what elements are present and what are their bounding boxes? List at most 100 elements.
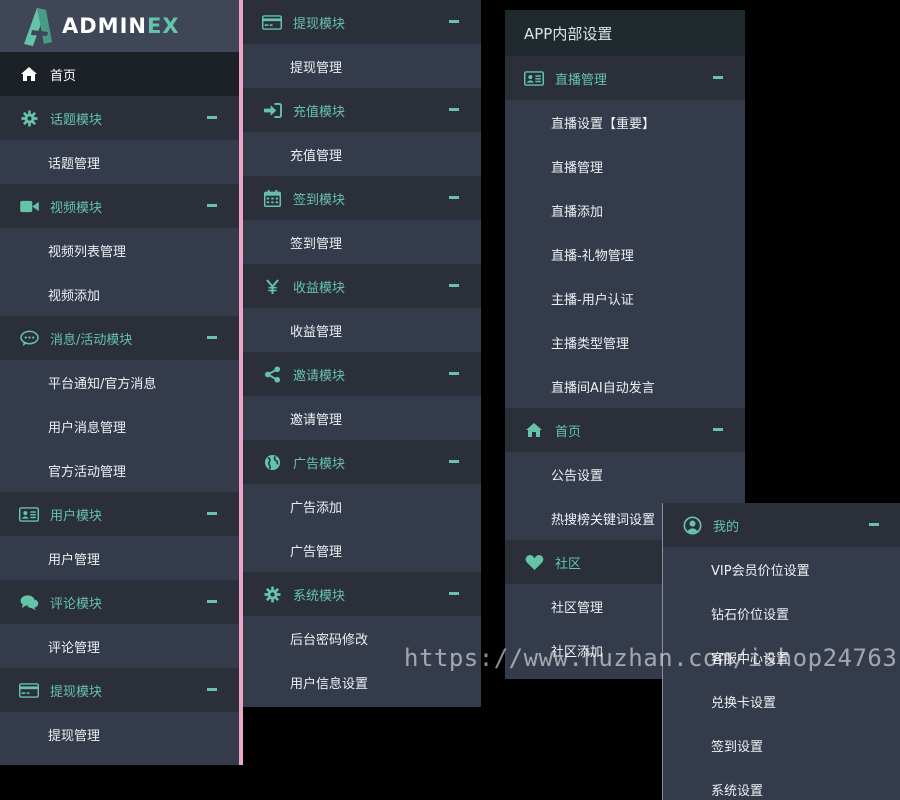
chat-bubble-icon <box>19 329 39 347</box>
sidebar-subitem-label: 邀请管理 <box>290 412 343 428</box>
globe-icon <box>262 453 282 471</box>
sidebar-subitem-label: 直播间AI自动发言 <box>551 380 655 396</box>
sidebar-group-label: 用户模块 <box>50 508 103 524</box>
collapse-minus-icon[interactable] <box>207 204 217 207</box>
sidebar-subitem-label: 直播添加 <box>551 204 604 220</box>
sidebar-group-header[interactable]: 直播管理 <box>505 56 745 100</box>
collapse-minus-icon[interactable] <box>449 20 459 23</box>
sidebar-group-header[interactable]: 广告模块 <box>243 440 481 484</box>
sidebar-subitem[interactable]: 直播管理 <box>505 144 745 188</box>
comments-icon <box>19 593 39 611</box>
sidebar-subitem[interactable]: 直播添加 <box>505 188 745 232</box>
sidebar-subitem[interactable]: 主播类型管理 <box>505 320 745 364</box>
sidebar-group-header[interactable]: 视频模块 <box>0 184 239 228</box>
sidebar-group-label: 提现模块 <box>50 684 103 700</box>
collapse-minus-icon[interactable] <box>449 284 459 287</box>
sidebar-subitem[interactable]: 签到管理 <box>243 220 481 264</box>
sidebar-subitem[interactable]: 话题管理 <box>0 140 239 184</box>
sidebar-subitem[interactable]: VIP会员价位设置 <box>663 547 900 591</box>
sidebar-group-label: 直播管理 <box>555 72 608 88</box>
sidebar-subitem[interactable]: 用户消息管理 <box>0 404 239 448</box>
sidebar-subitem[interactable]: 系统设置 <box>663 767 900 800</box>
sidebar-subitem[interactable]: 提现管理 <box>0 712 239 756</box>
sign-in-icon <box>262 101 282 119</box>
sidebar-group-header[interactable]: 评论模块 <box>0 580 239 624</box>
calendar-icon <box>262 189 282 207</box>
sidebar-group-label: 首页 <box>555 424 582 440</box>
sidebar-group-header[interactable]: 系统模块 <box>243 572 481 616</box>
sidebar-item-label: 首页 <box>50 68 77 84</box>
sidebar-group-header[interactable]: 签到模块 <box>243 176 481 220</box>
sidebar-subitem-label: 直播设置【重要】 <box>551 116 656 132</box>
sidebar-group-label: 社区 <box>555 556 582 572</box>
home-icon <box>21 67 37 81</box>
yen-icon <box>262 277 282 295</box>
sidebar-group-header[interactable]: 提现模块 <box>243 0 481 44</box>
collapse-minus-icon[interactable] <box>449 460 459 463</box>
collapse-minus-icon[interactable] <box>449 592 459 595</box>
sidebar-group-header[interactable]: 收益模块 <box>243 264 481 308</box>
sidebar-item-home[interactable]: 首页 <box>0 52 239 96</box>
sidebar-subitem[interactable]: 邀请管理 <box>243 396 481 440</box>
sidebar-subitem[interactable]: 评论管理 <box>0 624 239 668</box>
sidebar-subitem[interactable]: 钻石价位设置 <box>663 591 900 635</box>
sidebar-group-header[interactable]: 话题模块 <box>0 96 239 140</box>
sidebar-subitem[interactable]: 广告添加 <box>243 484 481 528</box>
sidebar-group-label: 系统模块 <box>293 588 346 604</box>
sidebar-subitem-label: 用户管理 <box>48 552 101 568</box>
credit-card-icon <box>19 681 39 699</box>
sidebar-subitem[interactable]: 收益管理 <box>243 308 481 352</box>
sidebar-subitem[interactable]: 直播设置【重要】 <box>505 100 745 144</box>
collapse-minus-icon[interactable] <box>713 428 723 431</box>
sidebar-subitem[interactable]: 提现管理 <box>243 44 481 88</box>
watermark-text: https://www.huzhan.com/ishop24763 <box>404 644 898 672</box>
sidebar-subitem-label: 广告管理 <box>290 544 343 560</box>
home-icon <box>524 421 544 439</box>
collapse-minus-icon[interactable] <box>713 76 723 79</box>
sidebar-group-header[interactable]: 我的 <box>663 503 900 547</box>
sidebar-group-label: 签到模块 <box>293 192 346 208</box>
collapse-minus-icon[interactable] <box>207 336 217 339</box>
collapse-minus-icon[interactable] <box>207 600 217 603</box>
sidebar-subitem[interactable]: 视频添加 <box>0 272 239 316</box>
sidebar-subitem-label: 提现管理 <box>290 60 343 76</box>
sidebar-subitem[interactable]: 用户管理 <box>0 536 239 580</box>
sidebar-group-label: 视频模块 <box>50 200 103 216</box>
sidebar-subitem[interactable]: 公告设置 <box>505 452 745 496</box>
sidebar-subitem[interactable]: 主播-用户认证 <box>505 276 745 320</box>
sidebar-panel-main: ADMINEX 首页 话题模块话题管理视频模块视频列表管理视频添加消息/活动模块… <box>0 0 243 765</box>
adminex-logo-icon <box>24 8 52 46</box>
user-circle-icon <box>682 515 702 535</box>
collapse-minus-icon[interactable] <box>449 196 459 199</box>
collapse-minus-icon[interactable] <box>449 372 459 375</box>
sidebar-subitem[interactable]: 兑换卡设置 <box>663 679 900 723</box>
gear-icon <box>262 585 282 603</box>
brand-logo[interactable]: ADMINEX <box>0 0 239 52</box>
sidebar-subitem[interactable]: 平台通知/官方消息 <box>0 360 239 404</box>
sidebar-group-header[interactable]: 用户模块 <box>0 492 239 536</box>
sidebar-subitem-label: 热搜榜关键词设置 <box>551 512 656 528</box>
sidebar-group-header[interactable]: 提现模块 <box>0 668 239 712</box>
sidebar-subitem[interactable]: 广告管理 <box>243 528 481 572</box>
sidebar-subitem-label: 收益管理 <box>290 324 343 340</box>
panel-title: APP内部设置 <box>505 10 745 56</box>
sidebar-subitem[interactable]: 充值管理 <box>243 132 481 176</box>
collapse-minus-icon[interactable] <box>449 108 459 111</box>
sidebar-group-header[interactable]: 消息/活动模块 <box>0 316 239 360</box>
sidebar-subitem[interactable]: 官方活动管理 <box>0 448 239 492</box>
collapse-minus-icon[interactable] <box>869 523 879 526</box>
sidebar-group-header[interactable]: 首页 <box>505 408 745 452</box>
heart-icon <box>524 553 544 571</box>
sidebar-group-header[interactable]: 充值模块 <box>243 88 481 132</box>
sidebar-subitem[interactable]: 直播间AI自动发言 <box>505 364 745 408</box>
sidebar-subitem[interactable]: 直播-礼物管理 <box>505 232 745 276</box>
sidebar-subitem-label: 兑换卡设置 <box>711 695 777 711</box>
collapse-minus-icon[interactable] <box>207 512 217 515</box>
sidebar-group-header[interactable]: 邀请模块 <box>243 352 481 396</box>
collapse-minus-icon[interactable] <box>207 116 217 119</box>
sidebar-subitem-label: 视频添加 <box>48 288 101 304</box>
sidebar-subitem[interactable]: 签到设置 <box>663 723 900 767</box>
collapse-minus-icon[interactable] <box>207 688 217 691</box>
sidebar-subitem[interactable]: 视频列表管理 <box>0 228 239 272</box>
sidebar-group-label: 话题模块 <box>50 112 103 128</box>
